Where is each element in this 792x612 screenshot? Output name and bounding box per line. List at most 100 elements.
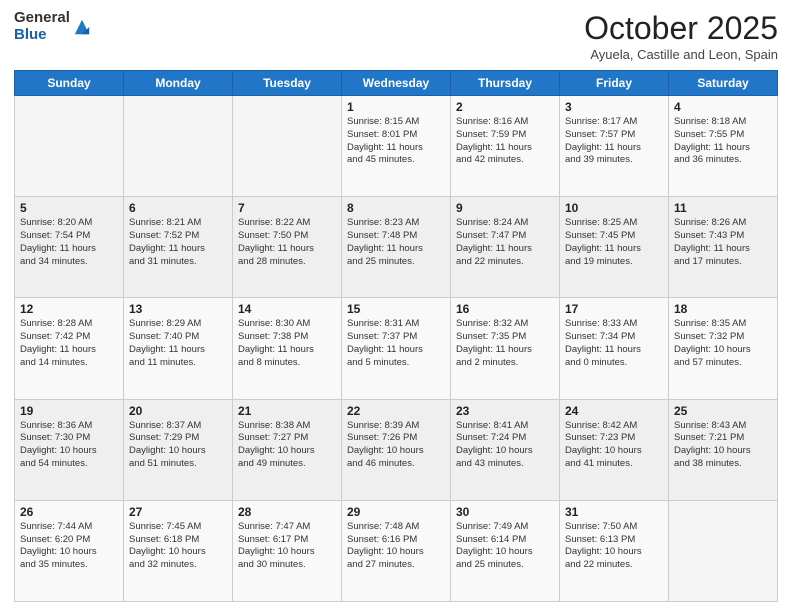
- day-info: Sunrise: 8:18 AM Sunset: 7:55 PM Dayligh…: [674, 116, 772, 167]
- day-info: Sunrise: 7:45 AM Sunset: 6:18 PM Dayligh…: [129, 521, 227, 572]
- day-number: 17: [565, 302, 663, 316]
- day-info: Sunrise: 7:44 AM Sunset: 6:20 PM Dayligh…: [20, 521, 118, 572]
- calendar-cell: 10 Sunrise: 8:25 AM Sunset: 7:45 PM Dayli…: [560, 197, 669, 298]
- location: Ayuela, Castille and Leon, Spain: [584, 47, 778, 62]
- day-number: 10: [565, 201, 663, 215]
- week-row-2: 5 Sunrise: 8:20 AM Sunset: 7:54 PM Daylig…: [15, 197, 778, 298]
- logo: General Blue: [14, 10, 91, 43]
- calendar-cell: [124, 96, 233, 197]
- day-info: Sunrise: 8:25 AM Sunset: 7:45 PM Dayligh…: [565, 217, 663, 268]
- days-of-week-row: SundayMondayTuesdayWednesdayThursdayFrid…: [15, 71, 778, 96]
- calendar-cell: [669, 500, 778, 601]
- day-info: Sunrise: 8:22 AM Sunset: 7:50 PM Dayligh…: [238, 217, 336, 268]
- day-number: 15: [347, 302, 445, 316]
- calendar-cell: 28 Sunrise: 7:47 AM Sunset: 6:17 PM Dayli…: [233, 500, 342, 601]
- week-row-4: 19Sunrise: 8:36 AM Sunset: 7:30 PM Dayli…: [15, 399, 778, 500]
- day-info: Sunrise: 7:48 AM Sunset: 6:16 PM Dayligh…: [347, 521, 445, 572]
- calendar-cell: 25Sunrise: 8:43 AM Sunset: 7:21 PM Dayli…: [669, 399, 778, 500]
- calendar-cell: 3 Sunrise: 8:17 AM Sunset: 7:57 PM Daylig…: [560, 96, 669, 197]
- day-info: Sunrise: 8:17 AM Sunset: 7:57 PM Dayligh…: [565, 116, 663, 167]
- day-info: Sunrise: 8:36 AM Sunset: 7:30 PM Dayligh…: [20, 420, 118, 471]
- day-info: Sunrise: 8:37 AM Sunset: 7:29 PM Dayligh…: [129, 420, 227, 471]
- day-number: 23: [456, 404, 554, 418]
- day-number: 3: [565, 100, 663, 114]
- day-number: 31: [565, 505, 663, 519]
- day-info: Sunrise: 8:20 AM Sunset: 7:54 PM Dayligh…: [20, 217, 118, 268]
- day-number: 28: [238, 505, 336, 519]
- calendar-cell: [15, 96, 124, 197]
- logo-blue: Blue: [14, 27, 70, 44]
- day-header-tuesday: Tuesday: [233, 71, 342, 96]
- calendar-cell: [233, 96, 342, 197]
- day-info: Sunrise: 8:16 AM Sunset: 7:59 PM Dayligh…: [456, 116, 554, 167]
- calendar-cell: 31 Sunrise: 7:50 AM Sunset: 6:13 PM Dayli…: [560, 500, 669, 601]
- calendar-cell: 8 Sunrise: 8:23 AM Sunset: 7:48 PM Daylig…: [342, 197, 451, 298]
- day-number: 26: [20, 505, 118, 519]
- logo-icon: [73, 18, 91, 36]
- day-header-friday: Friday: [560, 71, 669, 96]
- calendar-cell: 13Sunrise: 8:29 AM Sunset: 7:40 PM Dayli…: [124, 298, 233, 399]
- day-header-saturday: Saturday: [669, 71, 778, 96]
- day-info: Sunrise: 8:26 AM Sunset: 7:43 PM Dayligh…: [674, 217, 772, 268]
- day-info: Sunrise: 8:41 AM Sunset: 7:24 PM Dayligh…: [456, 420, 554, 471]
- calendar-cell: 17 Sunrise: 8:33 AM Sunset: 7:34 PM Dayli…: [560, 298, 669, 399]
- calendar-cell: 27Sunrise: 7:45 AM Sunset: 6:18 PM Dayli…: [124, 500, 233, 601]
- day-number: 25: [674, 404, 772, 418]
- day-number: 6: [129, 201, 227, 215]
- day-header-sunday: Sunday: [15, 71, 124, 96]
- day-number: 8: [347, 201, 445, 215]
- day-number: 2: [456, 100, 554, 114]
- day-number: 29: [347, 505, 445, 519]
- day-number: 14: [238, 302, 336, 316]
- calendar-cell: 1Sunrise: 8:15 AM Sunset: 8:01 PM Daylig…: [342, 96, 451, 197]
- calendar-cell: 22Sunrise: 8:39 AM Sunset: 7:26 PM Dayli…: [342, 399, 451, 500]
- day-info: Sunrise: 8:31 AM Sunset: 7:37 PM Dayligh…: [347, 318, 445, 369]
- day-number: 5: [20, 201, 118, 215]
- day-info: Sunrise: 8:42 AM Sunset: 7:23 PM Dayligh…: [565, 420, 663, 471]
- day-number: 1: [347, 100, 445, 114]
- day-number: 9: [456, 201, 554, 215]
- day-number: 13: [129, 302, 227, 316]
- calendar-cell: 11 Sunrise: 8:26 AM Sunset: 7:43 PM Dayli…: [669, 197, 778, 298]
- calendar-cell: 12Sunrise: 8:28 AM Sunset: 7:42 PM Dayli…: [15, 298, 124, 399]
- calendar-cell: 16Sunrise: 8:32 AM Sunset: 7:35 PM Dayli…: [451, 298, 560, 399]
- calendar-cell: 23 Sunrise: 8:41 AM Sunset: 7:24 PM Dayli…: [451, 399, 560, 500]
- day-header-thursday: Thursday: [451, 71, 560, 96]
- calendar-cell: 6Sunrise: 8:21 AM Sunset: 7:52 PM Daylig…: [124, 197, 233, 298]
- day-info: Sunrise: 7:49 AM Sunset: 6:14 PM Dayligh…: [456, 521, 554, 572]
- calendar-cell: 18 Sunrise: 8:35 AM Sunset: 7:32 PM Dayli…: [669, 298, 778, 399]
- logo-text: General Blue: [14, 10, 70, 43]
- day-info: Sunrise: 8:32 AM Sunset: 7:35 PM Dayligh…: [456, 318, 554, 369]
- logo-general: General: [14, 10, 70, 27]
- day-info: Sunrise: 8:23 AM Sunset: 7:48 PM Dayligh…: [347, 217, 445, 268]
- calendar-cell: 5 Sunrise: 8:20 AM Sunset: 7:54 PM Daylig…: [15, 197, 124, 298]
- day-info: Sunrise: 8:38 AM Sunset: 7:27 PM Dayligh…: [238, 420, 336, 471]
- day-number: 22: [347, 404, 445, 418]
- month-title: October 2025: [584, 10, 778, 47]
- day-info: Sunrise: 7:50 AM Sunset: 6:13 PM Dayligh…: [565, 521, 663, 572]
- header: General Blue October 2025 Ayuela, Castil…: [14, 10, 778, 62]
- calendar-table: SundayMondayTuesdayWednesdayThursdayFrid…: [14, 70, 778, 602]
- calendar-cell: 15 Sunrise: 8:31 AM Sunset: 7:37 PM Dayli…: [342, 298, 451, 399]
- day-header-wednesday: Wednesday: [342, 71, 451, 96]
- calendar-cell: 7Sunrise: 8:22 AM Sunset: 7:50 PM Daylig…: [233, 197, 342, 298]
- page: General Blue October 2025 Ayuela, Castil…: [0, 0, 792, 612]
- calendar-cell: 4Sunrise: 8:18 AM Sunset: 7:55 PM Daylig…: [669, 96, 778, 197]
- day-info: Sunrise: 7:47 AM Sunset: 6:17 PM Dayligh…: [238, 521, 336, 572]
- day-number: 21: [238, 404, 336, 418]
- calendar-cell: 24Sunrise: 8:42 AM Sunset: 7:23 PM Dayli…: [560, 399, 669, 500]
- week-row-5: 26 Sunrise: 7:44 AM Sunset: 6:20 PM Dayli…: [15, 500, 778, 601]
- day-info: Sunrise: 8:30 AM Sunset: 7:38 PM Dayligh…: [238, 318, 336, 369]
- day-info: Sunrise: 8:33 AM Sunset: 7:34 PM Dayligh…: [565, 318, 663, 369]
- week-row-3: 12Sunrise: 8:28 AM Sunset: 7:42 PM Dayli…: [15, 298, 778, 399]
- calendar-body: 1Sunrise: 8:15 AM Sunset: 8:01 PM Daylig…: [15, 96, 778, 602]
- week-row-1: 1Sunrise: 8:15 AM Sunset: 8:01 PM Daylig…: [15, 96, 778, 197]
- calendar-cell: 9Sunrise: 8:24 AM Sunset: 7:47 PM Daylig…: [451, 197, 560, 298]
- day-number: 18: [674, 302, 772, 316]
- calendar-cell: 20Sunrise: 8:37 AM Sunset: 7:29 PM Dayli…: [124, 399, 233, 500]
- calendar-cell: 30 Sunrise: 7:49 AM Sunset: 6:14 PM Dayli…: [451, 500, 560, 601]
- day-number: 30: [456, 505, 554, 519]
- day-info: Sunrise: 8:35 AM Sunset: 7:32 PM Dayligh…: [674, 318, 772, 369]
- calendar-cell: 2 Sunrise: 8:16 AM Sunset: 7:59 PM Daylig…: [451, 96, 560, 197]
- day-number: 11: [674, 201, 772, 215]
